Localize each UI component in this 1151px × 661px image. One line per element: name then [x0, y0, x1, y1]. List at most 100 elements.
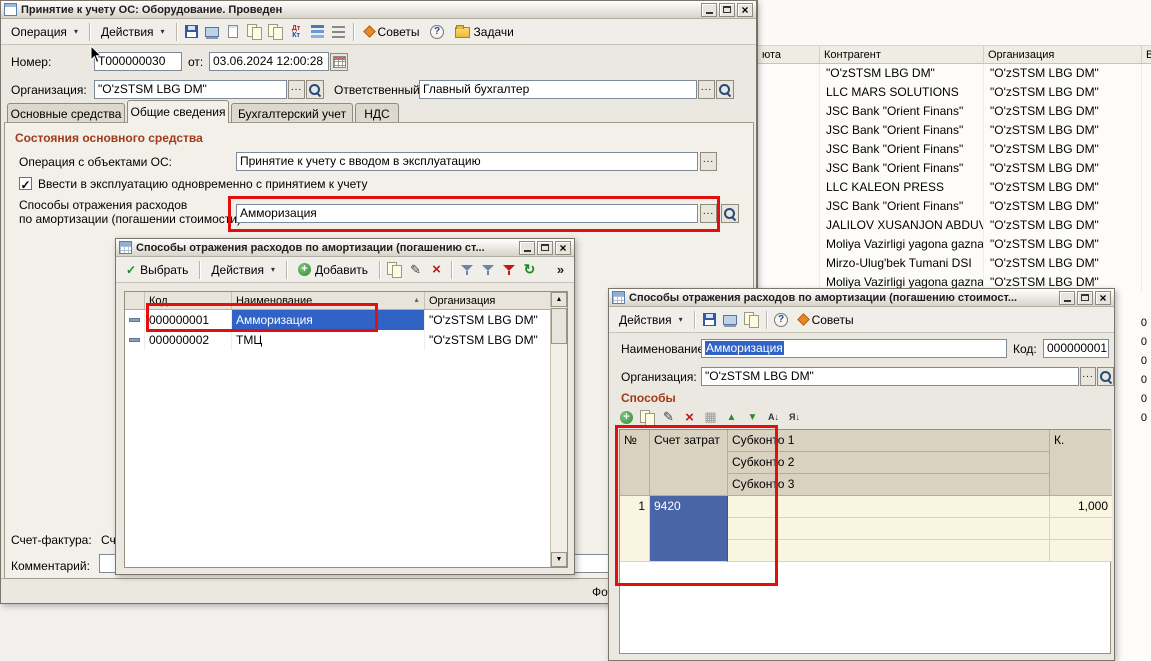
- currency-column-header[interactable]: юта: [758, 46, 820, 63]
- organization-field[interactable]: "O'zSTSM LBG DM": [701, 367, 1079, 386]
- table-row[interactable]: JSC Bank "Orient Finans""O'zSTSM LBG DM": [758, 102, 1151, 121]
- organization-cell[interactable]: "O'zSTSM LBG DM": [425, 330, 550, 350]
- depreciation-ellipsis-button[interactable]: [700, 204, 717, 223]
- operation-ellipsis-button[interactable]: [700, 152, 717, 171]
- tab-accounting[interactable]: Бухгалтерский учет: [231, 103, 353, 123]
- organization-search-icon[interactable]: [306, 80, 324, 99]
- code-field[interactable]: 000000001: [1043, 339, 1109, 358]
- detail-window-titlebar[interactable]: Способы отражения расходов по амортизаци…: [609, 289, 1114, 307]
- move-down-icon[interactable]: [743, 408, 762, 427]
- maximize-icon[interactable]: [719, 3, 735, 17]
- name-field[interactable]: Амморизация: [701, 339, 1007, 358]
- tips-button[interactable]: Советы: [359, 23, 426, 41]
- name-cell[interactable]: ТМЦ: [232, 330, 425, 350]
- table-row[interactable]: LLC MARS SOLUTIONS"O'zSTSM LBG DM": [758, 83, 1151, 102]
- add-button[interactable]: Добавить: [292, 261, 374, 279]
- contractor-cell[interactable]: Moliya Vazirligi yagona gazna h...: [820, 235, 984, 254]
- organization-cell[interactable]: "O'zSTSM LBG DM": [984, 216, 1142, 235]
- table-row[interactable]: JSC Bank "Orient Finans""O'zSTSM LBG DM": [758, 159, 1151, 178]
- dtkt-postings-icon[interactable]: [287, 22, 306, 41]
- tasks-button[interactable]: Задачи: [449, 23, 520, 41]
- responsible-field[interactable]: Главный бухгалтер: [419, 80, 697, 99]
- table-row[interactable]: "O'zSTSM LBG DM""O'zSTSM LBG DM": [758, 64, 1151, 83]
- table-row[interactable]: JALILOV XUSANJON ABDUV..."O'zSTSM LBG DM…: [758, 216, 1151, 235]
- tab-vat[interactable]: НДС: [355, 103, 399, 123]
- organization-ellipsis-button[interactable]: [1080, 367, 1096, 386]
- code-cell[interactable]: 000000001: [145, 310, 232, 330]
- edit-row-icon[interactable]: [659, 408, 678, 427]
- row-num-cell[interactable]: 1: [620, 496, 650, 562]
- move-up-icon[interactable]: [722, 408, 741, 427]
- contractor-cell[interactable]: "O'zSTSM LBG DM": [820, 64, 984, 83]
- scroll-up-icon[interactable]: [551, 292, 567, 307]
- maximize-icon[interactable]: [537, 241, 553, 255]
- copy-row-icon[interactable]: [638, 408, 657, 427]
- coefficient-cell-empty[interactable]: [1050, 518, 1112, 540]
- actions-menu-button[interactable]: Действия: [95, 23, 171, 41]
- organization-cell[interactable]: "O'zSTSM LBG DM": [425, 310, 550, 330]
- table-row[interactable]: LLC KALEON PRESS"O'zSTSM LBG DM": [758, 178, 1151, 197]
- tab-fixed-assets[interactable]: Основные средства: [7, 103, 125, 123]
- organization-column-header[interactable]: Организация: [984, 46, 1142, 63]
- contractor-cell[interactable]: JALILOV XUSANJON ABDUV...: [820, 216, 984, 235]
- date-field[interactable]: 03.06.2024 12:00:28: [209, 52, 329, 71]
- table-row[interactable]: Mirzo-Ulug'bek Tumani DSI"O'zSTSM LBG DM…: [758, 254, 1151, 273]
- scrollbar-thumb[interactable]: [551, 308, 567, 344]
- scroll-down-icon[interactable]: [551, 552, 567, 567]
- contractor-cell[interactable]: JSC Bank "Orient Finans": [820, 140, 984, 159]
- organization-cell[interactable]: "O'zSTSM LBG DM": [984, 102, 1142, 121]
- main-window-titlebar[interactable]: Принятие к учету ОС: Оборудование. Прове…: [1, 1, 756, 19]
- organization-cell[interactable]: "O'zSTSM LBG DM": [984, 254, 1142, 273]
- code-cell[interactable]: 000000002: [145, 330, 232, 350]
- copy-icon[interactable]: [742, 310, 761, 329]
- organization-search-icon[interactable]: [1097, 367, 1114, 386]
- close-icon[interactable]: [555, 241, 571, 255]
- row-marker-column-header[interactable]: [125, 292, 145, 309]
- save-icon[interactable]: [182, 22, 201, 41]
- operation-menu-button[interactable]: Операция: [5, 23, 84, 41]
- organization-column-header[interactable]: Организация: [425, 292, 550, 309]
- refresh-icon[interactable]: [520, 260, 539, 279]
- sort-ascending-icon[interactable]: [764, 408, 783, 427]
- depreciation-method-field[interactable]: Амморизация: [236, 204, 698, 223]
- organization-cell[interactable]: "O'zSTSM LBG DM": [984, 64, 1142, 83]
- organization-cell[interactable]: "O'zSTSM LBG DM": [984, 140, 1142, 159]
- name-cell[interactable]: Амморизация: [232, 310, 425, 330]
- copy-document-icon[interactable]: [266, 22, 285, 41]
- toolbar-overflow-icon[interactable]: [551, 260, 570, 279]
- actions-menu-button[interactable]: Действия: [205, 261, 281, 279]
- grid-settings-icon[interactable]: [701, 408, 720, 427]
- actions-menu-button[interactable]: Действия: [613, 311, 689, 329]
- table-row[interactable]: JSC Bank "Orient Finans""O'zSTSM LBG DM": [758, 140, 1151, 159]
- tab-general-info[interactable]: Общие сведения: [127, 100, 229, 123]
- save-icon[interactable]: [700, 310, 719, 329]
- coefficient-cell[interactable]: 1,000: [1050, 496, 1112, 518]
- subconto2-cell[interactable]: [728, 518, 1050, 540]
- minimize-icon[interactable]: [1059, 291, 1075, 305]
- close-icon[interactable]: [737, 3, 753, 17]
- organization-cell[interactable]: "O'zSTSM LBG DM": [984, 178, 1142, 197]
- select-button[interactable]: Выбрать: [120, 261, 194, 279]
- help-icon[interactable]: [772, 310, 791, 329]
- calendar-icon[interactable]: [330, 53, 348, 71]
- copy-item-icon[interactable]: [385, 260, 404, 279]
- minimize-icon[interactable]: [519, 241, 535, 255]
- contractor-cell[interactable]: LLC KALEON PRESS: [820, 178, 984, 197]
- edit-icon[interactable]: [406, 260, 425, 279]
- list-window-titlebar[interactable]: Способы отражения расходов по амортизаци…: [116, 239, 574, 257]
- tips-button[interactable]: Советы: [793, 311, 860, 329]
- contractor-column-header[interactable]: Контрагент: [820, 46, 984, 63]
- copy-icon[interactable]: [245, 22, 264, 41]
- coefficient-cell-empty[interactable]: [1050, 540, 1112, 562]
- organization-field[interactable]: "O'zSTSM LBG DM": [94, 80, 287, 99]
- subconto3-cell[interactable]: [728, 540, 1050, 562]
- number-field[interactable]: T000000030: [94, 52, 182, 71]
- close-icon[interactable]: [1095, 291, 1111, 305]
- account-cell-selected[interactable]: 9420: [650, 496, 728, 562]
- list-settings-icon[interactable]: [329, 22, 348, 41]
- filter-icon[interactable]: [478, 260, 497, 279]
- operation-field[interactable]: Принятие к учету с вводом в эксплуатацию: [236, 152, 698, 171]
- filter-settings-icon[interactable]: [457, 260, 476, 279]
- structure-icon[interactable]: [308, 22, 327, 41]
- organization-cell[interactable]: "O'zSTSM LBG DM": [984, 121, 1142, 140]
